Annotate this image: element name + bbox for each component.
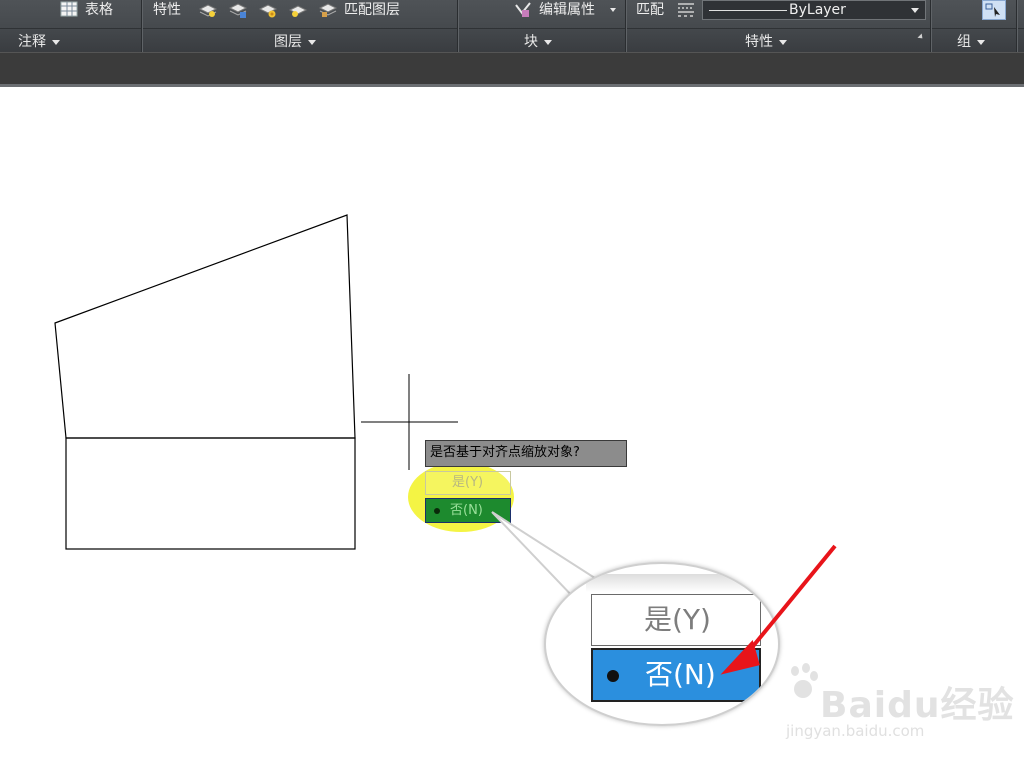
red-arrow-icon <box>720 640 760 675</box>
red-arrow-overlay <box>720 544 837 675</box>
red-arrow-shaft <box>743 544 837 658</box>
